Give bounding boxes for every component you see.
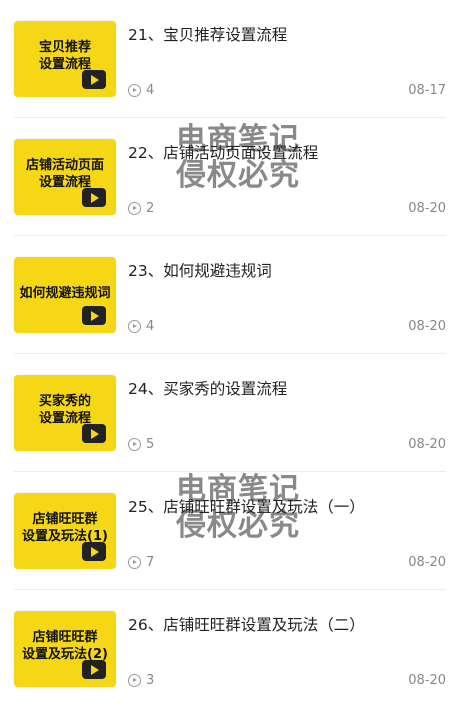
lesson-date: 08-20 xyxy=(408,437,446,452)
play-count-value: 4 xyxy=(146,83,155,98)
lesson-title[interactable]: 21、宝贝推荐设置流程 xyxy=(128,23,287,45)
thumbnail-text: 店铺活动页面 设置流程 xyxy=(25,158,104,190)
lesson-item[interactable]: 宝贝推荐 设置流程 21、宝贝推荐设置流程 4 08-17 xyxy=(0,0,470,118)
thumbnail-text: 店铺旺旺群 设置及玩法(2) xyxy=(22,630,108,662)
play-circle-icon xyxy=(128,84,141,97)
lesson-date: 08-20 xyxy=(408,201,446,216)
lesson-date: 08-17 xyxy=(408,83,446,98)
lesson-date: 08-20 xyxy=(408,673,446,688)
lesson-item[interactable]: 店铺旺旺群 设置及玩法(1) 25、店铺旺旺群设置及玩法（一） 7 08-20 xyxy=(0,472,470,590)
lesson-thumbnail[interactable]: 店铺活动页面 设置流程 xyxy=(14,139,116,215)
video-icon xyxy=(82,542,106,561)
play-circle-icon xyxy=(128,438,141,451)
video-icon xyxy=(82,660,106,679)
play-count: 4 xyxy=(128,83,154,98)
lesson-item[interactable]: 店铺活动页面 设置流程 22、店铺活动页面设置流程 2 08-20 xyxy=(0,118,470,236)
lesson-thumbnail[interactable]: 店铺旺旺群 设置及玩法(2) xyxy=(14,611,116,687)
lesson-item[interactable]: 买家秀的 设置流程 24、买家秀的设置流程 5 08-20 xyxy=(0,354,470,472)
lesson-thumbnail[interactable]: 如何规避违规词 xyxy=(14,257,116,333)
video-icon xyxy=(82,306,106,325)
lesson-date: 08-20 xyxy=(408,319,446,334)
play-count-value: 7 xyxy=(146,555,155,570)
lesson-thumbnail[interactable]: 宝贝推荐 设置流程 xyxy=(14,21,116,97)
lesson-title[interactable]: 26、店铺旺旺群设置及玩法（二） xyxy=(128,613,365,635)
thumbnail-text: 店铺旺旺群 设置及玩法(1) xyxy=(22,512,108,544)
video-icon xyxy=(82,188,106,207)
play-count: 4 xyxy=(128,319,154,334)
play-circle-icon xyxy=(128,202,141,215)
video-icon xyxy=(82,70,106,89)
lesson-thumbnail[interactable]: 店铺旺旺群 设置及玩法(1) xyxy=(14,493,116,569)
thumbnail-text: 如何规避违规词 xyxy=(19,286,111,301)
play-count: 2 xyxy=(128,201,154,216)
thumbnail-text: 宝贝推荐 设置流程 xyxy=(38,40,91,72)
play-circle-icon xyxy=(128,674,141,687)
lesson-title[interactable]: 24、买家秀的设置流程 xyxy=(128,377,287,399)
play-circle-icon xyxy=(128,556,141,569)
play-count: 5 xyxy=(128,437,154,452)
lesson-date: 08-20 xyxy=(408,555,446,570)
play-count-value: 5 xyxy=(146,437,155,452)
lesson-thumbnail[interactable]: 买家秀的 设置流程 xyxy=(14,375,116,451)
play-count-value: 3 xyxy=(146,673,155,688)
play-count-value: 2 xyxy=(146,201,155,216)
play-circle-icon xyxy=(128,320,141,333)
lesson-title[interactable]: 23、如何规避违规词 xyxy=(128,259,272,281)
lesson-item[interactable]: 如何规避违规词 23、如何规避违规词 4 08-20 xyxy=(0,236,470,354)
video-icon xyxy=(82,424,106,443)
play-count: 3 xyxy=(128,673,154,688)
lesson-item[interactable]: 店铺旺旺群 设置及玩法(2) 26、店铺旺旺群设置及玩法（二） 3 08-20 xyxy=(0,590,470,708)
lesson-title[interactable]: 22、店铺活动页面设置流程 xyxy=(128,141,318,163)
lesson-title[interactable]: 25、店铺旺旺群设置及玩法（一） xyxy=(128,495,365,517)
play-count: 7 xyxy=(128,555,154,570)
thumbnail-text: 买家秀的 设置流程 xyxy=(38,394,91,426)
play-count-value: 4 xyxy=(146,319,155,334)
